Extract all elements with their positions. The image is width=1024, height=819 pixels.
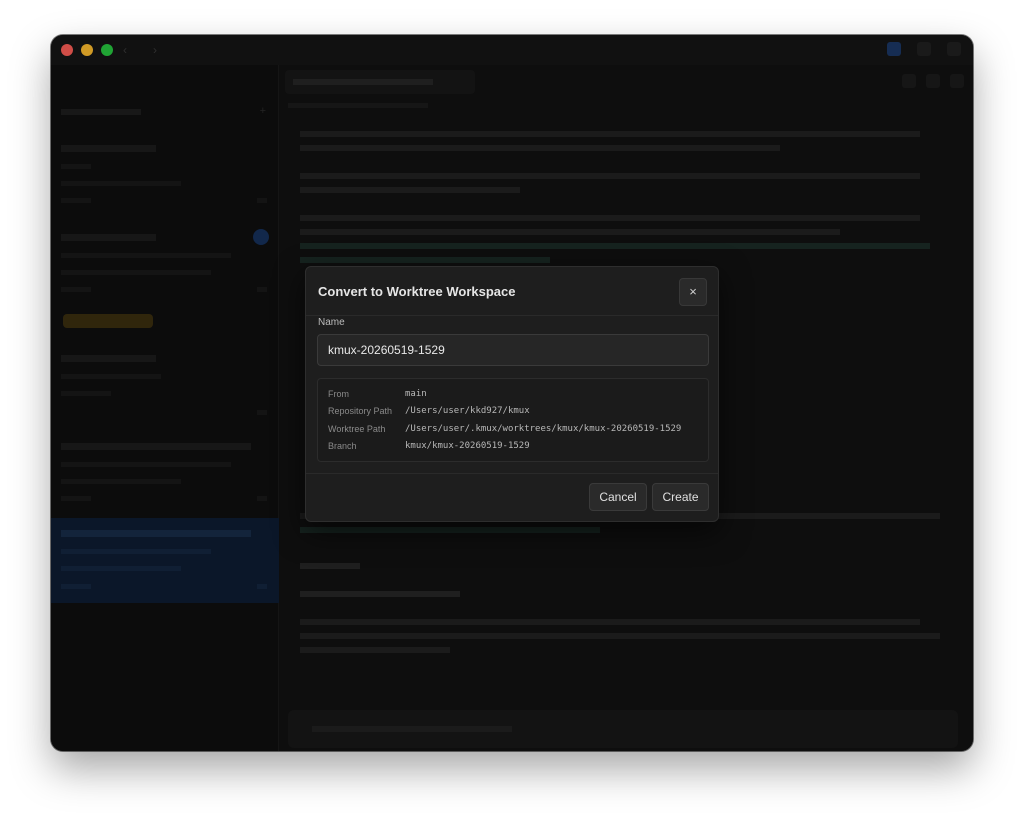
info-value: kmux/kmux-20260519-1529 [405,441,530,451]
info-value: /Users/user/.kmux/worktrees/kmux/kmux-20… [405,424,682,434]
name-label: Name [318,317,345,328]
convert-worktree-dialog: Convert to Worktree Workspace × Name Fro… [305,266,719,522]
info-value: main [405,389,427,399]
worktree-info-box: From main Repository Path /Users/user/kk… [317,378,709,462]
info-label: From [328,389,349,399]
name-input[interactable] [317,334,709,366]
info-label: Branch [328,441,357,451]
cancel-button[interactable]: Cancel [589,483,647,511]
create-button[interactable]: Create [652,483,709,511]
close-icon: × [689,284,697,299]
header-divider [306,315,718,316]
info-label: Repository Path [328,406,393,416]
info-value: /Users/user/kkd927/kmux [405,406,530,416]
footer-divider [306,473,718,474]
info-label: Worktree Path [328,424,386,434]
dialog-title: Convert to Worktree Workspace [318,284,516,299]
close-dialog-button[interactable]: × [679,278,707,306]
